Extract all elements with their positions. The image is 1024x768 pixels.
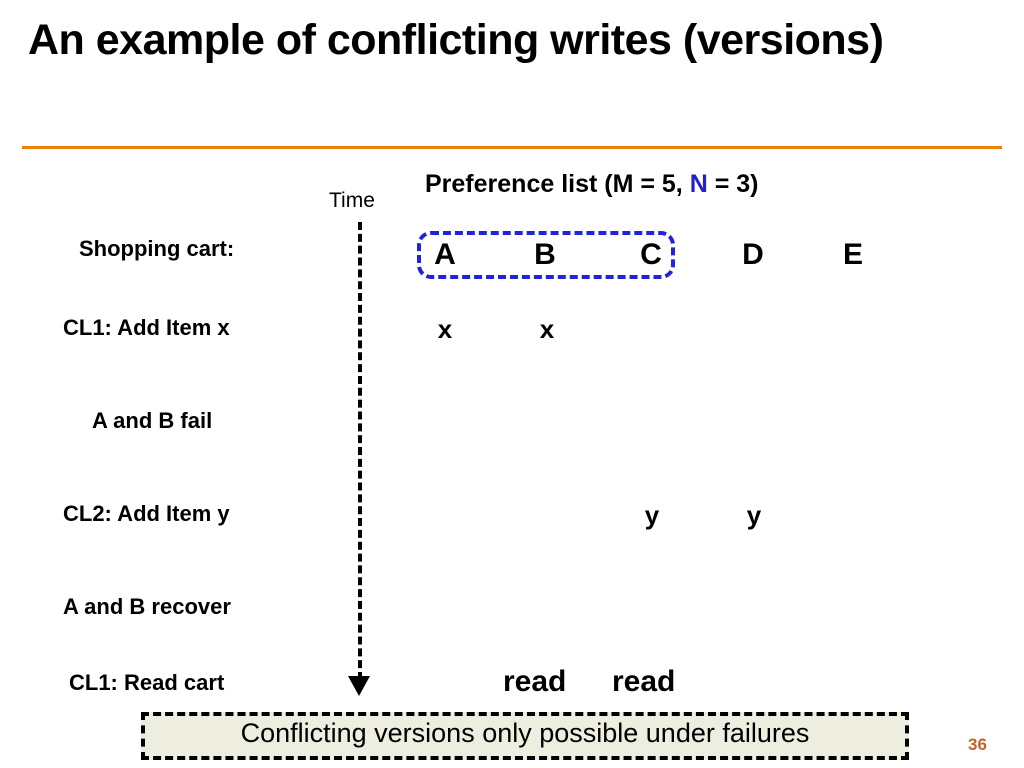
title-divider [22,146,1002,149]
footer-callout-text: Conflicting versions only possible under… [240,718,810,748]
node-e: E [842,238,863,271]
read-node-b: read [612,665,676,698]
time-axis-arrowhead [348,676,370,696]
preference-list-heading: Preference list (M = 5, N = 3) [425,170,759,199]
row-label-a-and-b-recover: A and B recover [63,594,231,619]
read-node-a: read [503,665,567,698]
node-a: A [434,238,456,271]
time-axis-label: Time [329,189,375,212]
preference-list-n-symbol: N [689,170,708,198]
write-x-node-a: x [437,314,453,344]
page-title: An example of conflicting writes (versio… [28,16,884,64]
node-c: C [640,238,662,271]
node-d: D [742,238,764,271]
write-y-node-c: y [644,500,660,530]
write-y-node-d: y [746,500,762,530]
time-axis-line [358,222,362,680]
row-label-cl2-add-item-y: CL2: Add Item y [63,501,230,526]
row-label-cl1-add-item-x: CL1: Add Item x [63,315,230,340]
slide: An example of conflicting writes (versio… [0,0,1024,768]
preference-list-suffix: = 3) [707,170,759,198]
row-label-shopping-cart: Shopping cart: [79,236,235,261]
row-label-a-and-b-fail: A and B fail [92,408,213,433]
write-x-node-b: x [539,314,555,344]
node-b: B [534,238,556,271]
preference-list-prefix: Preference list (M = 5, [425,170,690,198]
slide-number: 36 [968,735,987,754]
row-label-cl1-read-cart: CL1: Read cart [69,670,225,695]
